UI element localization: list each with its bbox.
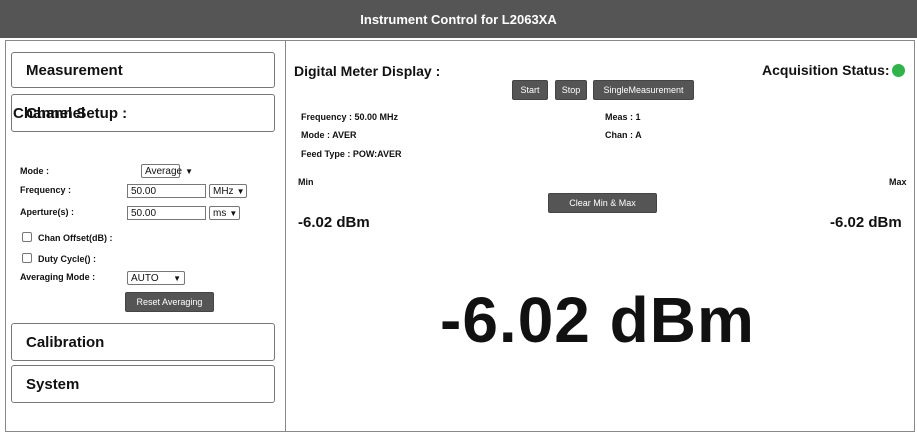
display-title: Digital Meter Display :: [294, 63, 441, 79]
chan-offset-checkbox[interactable]: [22, 232, 32, 242]
frequency-info: Frequency : 50.00 MHz: [301, 112, 399, 122]
acquisition-status: Acquisition Status:: [762, 62, 905, 78]
window-title: Instrument Control for L2063XA: [360, 11, 557, 27]
status-indicator-icon: [891, 63, 905, 77]
stop-button[interactable]: Stop: [555, 80, 587, 100]
channel-setup-title: Channel Setup :: [13, 105, 128, 122]
main-reading: -6.02 dBm: [440, 284, 755, 356]
aperture-input-value: 50.00: [131, 207, 157, 219]
chan-info: Chan : A: [605, 130, 642, 140]
mode-select[interactable]: Average ▼: [141, 164, 193, 178]
mode-label: Mode :: [20, 166, 49, 176]
panel-measurement[interactable]: Measurement: [11, 52, 275, 88]
frequency-input[interactable]: 50.00: [127, 184, 206, 198]
window-title-bar: Instrument Control for L2063XA: [0, 0, 917, 38]
min-value: -6.02 dBm: [298, 214, 370, 231]
start-button[interactable]: Start: [512, 80, 548, 100]
aperture-input[interactable]: 50.00: [127, 206, 206, 220]
aperture-unit-value: ms: [213, 207, 227, 219]
acquisition-status-label: Acquisition Status:: [762, 62, 890, 78]
reset-averaging-button[interactable]: Reset Averaging: [125, 292, 214, 312]
frequency-unit-select[interactable]: MHz ▼: [209, 184, 247, 198]
feed-type-info: Feed Type : POW:AVER: [301, 149, 402, 159]
aperture-unit-select[interactable]: ms ▼: [209, 206, 240, 220]
min-label: Min: [298, 177, 314, 187]
chan-offset-label: Chan Offset(dB) :: [38, 233, 113, 243]
chevron-down-icon: ▼: [236, 186, 245, 196]
mode-info: Mode : AVER: [301, 130, 357, 140]
mode-select-value: Average: [145, 165, 183, 177]
frequency-unit-value: MHz: [213, 185, 234, 197]
chevron-down-icon: ▼: [229, 208, 238, 218]
panel-calibration-label: Calibration: [26, 333, 105, 351]
max-value: -6.02 dBm: [830, 214, 902, 231]
chevron-down-icon: ▼: [185, 166, 193, 176]
panel-system[interactable]: System: [11, 365, 275, 403]
max-label: Max: [889, 177, 907, 187]
panel-system-label: System: [26, 375, 80, 393]
frequency-input-value: 50.00: [131, 185, 157, 197]
single-measurement-button[interactable]: SingleMeasurement: [593, 80, 694, 100]
panel-calibration[interactable]: Calibration: [11, 323, 275, 361]
meas-info: Meas : 1: [605, 112, 641, 122]
frequency-label: Frequency :: [20, 185, 72, 195]
clear-min-max-button[interactable]: Clear Min & Max: [548, 193, 657, 213]
panel-measurement-label: Measurement: [26, 61, 123, 79]
duty-cycle-checkbox[interactable]: [22, 253, 32, 263]
aperture-label: Aperture(s) :: [20, 207, 75, 217]
averaging-mode-value: AUTO: [131, 272, 159, 284]
chevron-down-icon: ▼: [173, 273, 181, 283]
averaging-mode-label: Averaging Mode :: [20, 272, 96, 282]
duty-cycle-label: Duty Cycle() :: [38, 254, 97, 264]
averaging-mode-select[interactable]: AUTO ▼: [127, 271, 185, 285]
